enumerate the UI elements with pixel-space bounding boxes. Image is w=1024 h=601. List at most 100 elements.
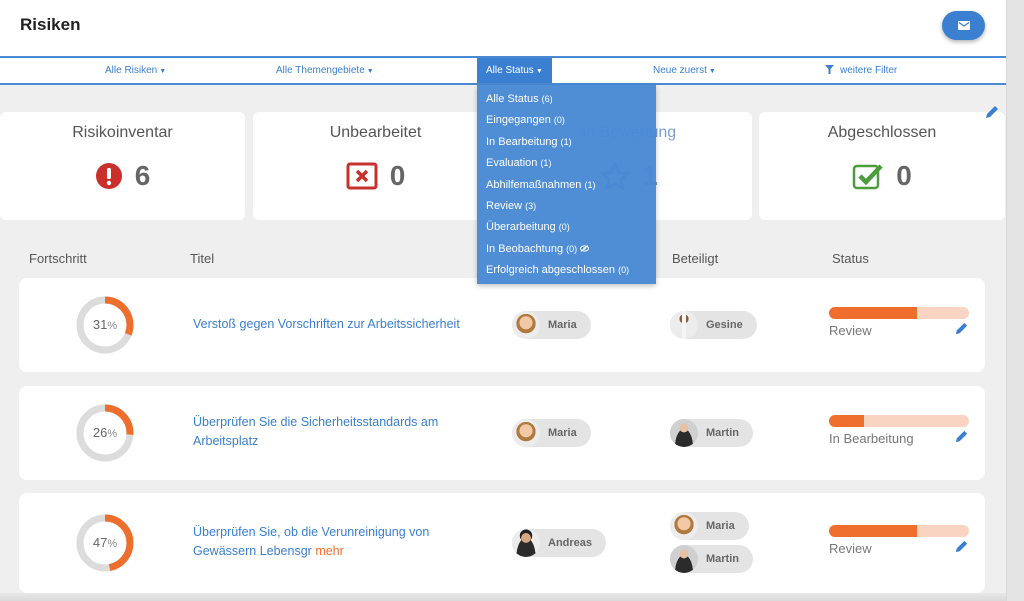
title-line: Überprüfen Sie, ob die Verunreinigung vo…: [193, 525, 430, 539]
title-line: Arbeitsplatz: [193, 434, 259, 448]
eye-slash-icon: [577, 243, 590, 255]
filter-status[interactable]: Alle Status ▼: [477, 58, 552, 83]
dropdown-item[interactable]: Review (3): [477, 196, 656, 217]
card-value: 6: [134, 160, 151, 191]
avatar: [670, 419, 698, 447]
envelope-icon: [957, 21, 970, 30]
percent-sign: %: [107, 428, 118, 440]
status-text: Review: [829, 541, 872, 556]
dropdown-item[interactable]: Überarbeitung (0): [477, 217, 656, 238]
column-header-beteiligt[interactable]: Beteiligt: [672, 251, 718, 266]
progress-value: 26: [92, 425, 108, 440]
edit-pencil-icon[interactable]: [954, 539, 969, 559]
dropdown-item-count: (6): [541, 94, 553, 104]
edit-pencil-icon[interactable]: [984, 104, 1000, 120]
person-name: Gesine: [706, 319, 743, 331]
progress-donut: 26%: [76, 404, 134, 462]
column-header-titel[interactable]: Titel: [190, 251, 214, 266]
table-row[interactable]: 47% Überprüfen Sie, ob die Verunreinigung…: [19, 493, 985, 593]
dropdown-item-count: (3): [525, 200, 537, 211]
progress-label: 31%: [76, 296, 134, 354]
card-abgeschlossen[interactable]: Abgeschlossen 0: [759, 112, 1005, 220]
filter-themengebiete[interactable]: Alle Themengebiete ▼: [276, 58, 374, 83]
table-row[interactable]: 31% Verstoß gegen Vorschriften zur Arbeit…: [19, 278, 985, 372]
dropdown-item-count: (0): [618, 265, 630, 276]
filter-alle-risiken[interactable]: Alle Risiken ▼: [105, 58, 166, 83]
filter-icon: [825, 65, 834, 74]
title-line: Verstoß gegen Vorschriften zur Arbeitssi…: [193, 316, 460, 331]
dropdown-item-label: Alle Status: [486, 93, 539, 105]
page-title: Risiken: [20, 15, 81, 34]
dropdown-item-count: (1): [584, 179, 596, 190]
person-chip[interactable]: Andreas: [512, 529, 607, 557]
status-text: Review: [829, 323, 872, 338]
filter-sort[interactable]: Neue zuerst ▼: [653, 58, 716, 83]
dropdown-item-count: (0): [558, 222, 570, 233]
dropdown-item-count: (1): [540, 158, 552, 169]
person-chip[interactable]: Maria: [670, 512, 749, 540]
x-square-icon: [346, 162, 378, 190]
more-link[interactable]: mehr: [315, 544, 343, 558]
check-square-icon: [852, 164, 883, 190]
status-progress-fill: [829, 307, 918, 319]
risk-title-link[interactable]: Überprüfen Sie, ob die Verunreinigung vo…: [193, 523, 493, 561]
caret-down-icon: ▼: [535, 68, 543, 75]
person-name: Martin: [706, 427, 739, 439]
title-line: Überprüfen Sie die Sicherheitsstandards …: [193, 415, 439, 429]
progress-donut: 47%: [76, 514, 134, 572]
card-label: Risikoinventar: [72, 124, 173, 141]
dropdown-item[interactable]: Evaluation (1): [477, 153, 656, 174]
caret-down-icon: ▼: [366, 68, 374, 75]
filter-weitere[interactable]: weitere Filter: [825, 58, 897, 83]
avatar: [670, 545, 698, 573]
dropdown-item-label: In Beobachtung: [486, 242, 564, 255]
dropdown-item[interactable]: Abhilfemaßnahmen (1): [477, 175, 656, 196]
dropdown-item[interactable]: In Bearbeitung (1): [477, 132, 656, 153]
avatar: [512, 311, 540, 339]
dropdown-item-label: Abhilfemaßnahmen: [486, 178, 582, 191]
risk-title-link[interactable]: Überprüfen Sie die Sicherheitsstandards …: [193, 413, 493, 451]
person-chip[interactable]: Gesine: [670, 311, 757, 339]
dropdown-item[interactable]: In Beobachtung (0): [477, 239, 656, 260]
scrollbar-track[interactable]: [1006, 0, 1024, 601]
progress-label: 47%: [76, 514, 134, 572]
person-name: Maria: [548, 427, 577, 439]
person-chip[interactable]: Maria: [512, 311, 591, 339]
mail-button[interactable]: [942, 11, 985, 40]
filter-label: Alle Status: [486, 65, 534, 76]
filter-label: Alle Risiken: [105, 65, 158, 76]
card-unbearbeitet[interactable]: Unbearbeitet 0: [253, 112, 498, 220]
caret-down-icon: ▼: [708, 68, 716, 75]
dropdown-item-count: (0): [553, 115, 565, 126]
caret-down-icon: ▼: [159, 68, 167, 75]
dropdown-item-label: Überarbeitung: [486, 221, 556, 234]
dropdown-item[interactable]: Erfolgreich abgeschlossen (0): [477, 260, 656, 281]
filter-bar: Alle Risiken ▼ Alle Themengebiete ▼ Alle S…: [0, 56, 1006, 85]
avatar: [670, 311, 698, 339]
filter-label: Alle Themengebiete: [276, 65, 365, 76]
card-value: 0: [389, 160, 406, 191]
table-row[interactable]: 26% Überprüfen Sie die Sicherheitsstandar…: [19, 386, 985, 480]
dropdown-item-label: Erfolgreich abgeschlossen: [486, 264, 616, 277]
avatar: [670, 512, 698, 540]
progress-label: 26%: [76, 404, 134, 462]
person-chip[interactable]: Martin: [670, 419, 753, 447]
dropdown-item[interactable]: Eingegangen (0): [477, 110, 656, 131]
status-text: In Bearbeitung: [829, 431, 914, 446]
column-header-status[interactable]: Status: [832, 251, 869, 266]
person-chip[interactable]: Martin: [670, 545, 753, 573]
card-label: Unbearbeitet: [329, 124, 422, 141]
person-name: Maria: [706, 520, 735, 532]
status-dropdown-menu: Alle Status (6) Eingegangen (0) In Bearbei…: [477, 85, 656, 284]
column-header-fortschritt[interactable]: Fortschritt: [29, 251, 87, 266]
edit-pencil-icon[interactable]: [954, 321, 969, 341]
risk-title-link[interactable]: Verstoß gegen Vorschriften zur Arbeitssi…: [193, 315, 493, 334]
card-risikoinventar[interactable]: Risikoinventar 6: [0, 112, 245, 220]
edit-pencil-icon[interactable]: [954, 429, 969, 449]
progress-value: 47: [92, 535, 108, 550]
person-name: Martin: [706, 553, 739, 565]
dropdown-item[interactable]: Alle Status (6): [477, 89, 656, 110]
person-chip[interactable]: Maria: [512, 419, 591, 447]
person-name: Maria: [548, 319, 577, 331]
status-progress-bar: [829, 525, 969, 537]
